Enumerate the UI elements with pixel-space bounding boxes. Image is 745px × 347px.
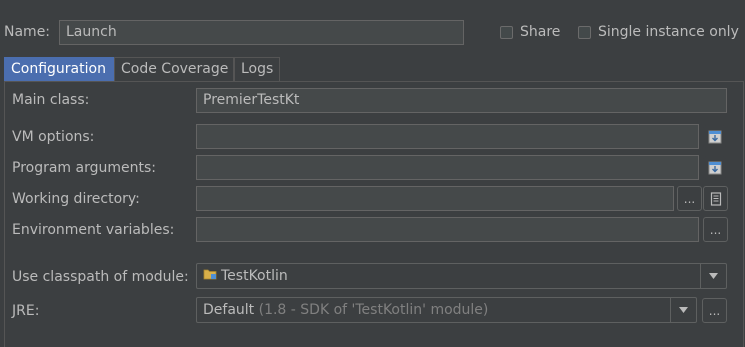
tab-logs[interactable]: Logs	[234, 57, 280, 81]
expand-field-icon[interactable]	[703, 156, 726, 179]
jre-value: Default	[203, 302, 255, 318]
share-checkbox[interactable]	[500, 26, 513, 39]
chevron-down-icon[interactable]	[700, 264, 726, 288]
main-class-field[interactable]: PremierTestKt	[196, 88, 727, 113]
chevron-down-icon[interactable]	[670, 298, 696, 322]
name-label: Name:	[4, 24, 51, 40]
main-class-label: Main class:	[12, 92, 90, 108]
jre-browse-button[interactable]: ...	[702, 298, 727, 323]
browse-label: ...	[683, 191, 696, 206]
browse-label: ...	[709, 222, 722, 237]
tab-code-coverage[interactable]: Code Coverage	[114, 57, 234, 81]
single-instance-label: Single instance only	[598, 24, 739, 40]
browse-label: ...	[708, 303, 721, 318]
share-label: Share	[520, 24, 561, 40]
environment-variables-field[interactable]	[196, 217, 699, 242]
classpath-module-value: TestKotlin	[221, 268, 288, 284]
working-directory-field[interactable]	[196, 186, 674, 211]
jre-combo[interactable]: Default (1.8 - SDK of 'TestKotlin' modul…	[196, 297, 697, 323]
working-directory-label: Working directory:	[12, 191, 140, 207]
expand-field-icon[interactable]	[703, 125, 726, 148]
browse-button[interactable]: ...	[677, 186, 702, 211]
environment-browse-button[interactable]: ...	[703, 217, 728, 242]
environment-variables-label: Environment variables:	[12, 222, 175, 238]
classpath-module-combo[interactable]: TestKotlin	[196, 263, 727, 289]
module-folder-icon	[203, 264, 217, 288]
name-field[interactable]: Launch	[59, 20, 464, 45]
document-icon[interactable]	[703, 186, 728, 211]
program-arguments-label: Program arguments:	[12, 160, 156, 176]
vm-options-field[interactable]	[196, 124, 699, 149]
jre-detail: (1.8 - SDK of 'TestKotlin' module)	[258, 302, 489, 318]
single-instance-checkbox[interactable]	[578, 26, 591, 39]
vm-options-label: VM options:	[12, 129, 95, 145]
jre-label: JRE:	[12, 303, 40, 319]
program-arguments-field[interactable]	[196, 155, 699, 180]
classpath-label: Use classpath of module:	[12, 269, 189, 285]
tab-configuration[interactable]: Configuration	[4, 57, 114, 82]
